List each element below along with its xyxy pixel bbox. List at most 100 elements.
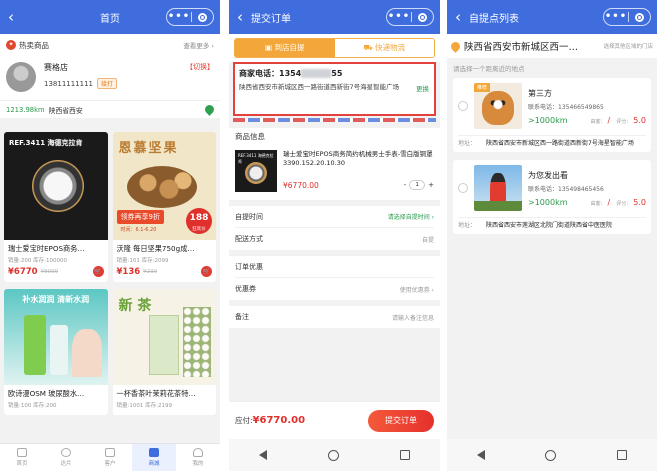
product-title: 一杯香茶叶茉莉花茶特…	[116, 389, 196, 398]
segment-pickup[interactable]: ▣ 到店自提	[235, 39, 335, 57]
product-meta: 销量:1001 库存:2199	[116, 403, 172, 409]
distance-label: 1213.98km	[6, 105, 45, 114]
nav-bar: ‹ 提交订单 •••	[229, 0, 440, 34]
coupon-row[interactable]: 优惠券 使用优惠券 ›	[235, 278, 434, 300]
hot-icon: ✦	[6, 40, 16, 50]
close-target-button[interactable]	[418, 12, 427, 22]
product-card[interactable]: 新 茶 一杯香茶叶茉莉花茶特… 销量:1001 库存:2199	[112, 289, 216, 415]
address-value: 陕西省西安市莲湖区北院门街道陕西省中医医院	[486, 222, 613, 229]
product-meta: 销量:101 库存:2099	[116, 258, 169, 264]
close-target-button[interactable]	[635, 12, 644, 22]
row-label: 自提时间	[235, 212, 263, 221]
home-icon	[17, 448, 27, 457]
pickup-time-row[interactable]: 自提时间 请选择自提时间 ›	[235, 206, 434, 228]
goods-image: REF.3411 海德克拉肯	[235, 150, 277, 192]
product-price: ¥136	[116, 266, 141, 277]
discount-section: 订单优惠 优惠券 使用优惠券 ›	[229, 256, 440, 300]
select-radio[interactable]	[458, 183, 468, 193]
back-nav-icon[interactable]	[477, 450, 486, 460]
cart-icon[interactable]: 🛒	[92, 266, 104, 277]
recents-nav-icon[interactable]	[399, 450, 410, 460]
view-more-link[interactable]: 查看更多 ›	[183, 40, 214, 50]
back-button[interactable]: ‹	[447, 0, 469, 34]
distance-label: 由客：	[590, 200, 606, 207]
location-pin-icon[interactable]	[203, 103, 216, 116]
more-menu-button[interactable]: •••	[604, 9, 628, 25]
store-info: 赛格店 13811111111 接打	[44, 62, 118, 89]
minus-button[interactable]: -	[404, 181, 407, 189]
page-title: 提交订单	[251, 13, 291, 25]
delivery-method-row: 配送方式 自提	[235, 228, 434, 250]
pickup-point-tel: 联系电话：135466549865	[528, 103, 604, 111]
merchant-tel-start: 1354	[279, 69, 302, 78]
store-name: 赛格店	[44, 63, 68, 72]
capsule-divider	[411, 12, 412, 22]
current-region: 陕西省西安市新城区西一…	[464, 42, 579, 53]
mini-program-capsule: •••	[386, 8, 434, 26]
goods-price: ¥6770.00	[283, 180, 319, 190]
home-nav-icon[interactable]	[545, 449, 557, 461]
merchant-info[interactable]: 商家电话：1354 55 陕西省西安市新城区西一路街道西新街7号海星智能广场 更换	[233, 62, 436, 116]
back-nav-icon[interactable]	[259, 450, 268, 460]
product-old-price: ¥8099	[40, 268, 59, 275]
pickup-point-distance: >1000km	[528, 197, 568, 207]
tab-home[interactable]: 首页	[0, 444, 44, 471]
product-image: 补水润润 清新水润	[4, 289, 108, 385]
back-button[interactable]: ‹	[0, 0, 22, 34]
pickup-point-card[interactable]: 推荐 第三方 联系电话：135466549865 >1000km 由客： / 评分…	[453, 78, 651, 152]
close-target-button[interactable]	[198, 12, 207, 22]
pickup-section: 自提时间 请选择自提时间 › 配送方式 自提	[229, 206, 440, 250]
region-selector[interactable]: 陕西省西安市新城区西一… 选择其他区域的门店	[447, 34, 657, 58]
tab-mall[interactable]: 商城	[132, 444, 176, 471]
row-label: 优惠券	[235, 285, 256, 293]
tab-label: 首页	[16, 461, 28, 467]
store-phone-number: 13811111111	[44, 80, 93, 88]
pickup-point-top: 推荐 第三方 联系电话：135466549865 >1000km 由客： / 评分…	[458, 83, 646, 129]
product-meta: 销量:200 库存:100000	[8, 258, 67, 264]
product-card[interactable]: 恩慕坚果 领券再享9折 时间：6.1-6.20 188 狂欢价 沃隆 每日坚果75…	[112, 132, 216, 282]
plus-button[interactable]: +	[428, 181, 434, 189]
other-region-link[interactable]: 选择其他区域的门店	[603, 42, 653, 50]
pickup-point-top: 为您发出看 联系电话：135498465456 >1000km 由客： / 评分：…	[458, 165, 646, 211]
tab-customers[interactable]: 客户	[88, 444, 132, 471]
tab-label: 我的	[192, 461, 204, 467]
product-card[interactable]: 补水润润 清新水润 欧诗漫OSM 玻尿酸水… 销量:100 库存:200	[4, 289, 108, 415]
back-button[interactable]: ‹	[229, 0, 251, 34]
more-menu-button[interactable]: •••	[167, 9, 191, 25]
product-card[interactable]: REF.3411 海德克拉肯 瑞士爱宝时EPOS商务… 销量:200 库存:10…	[4, 132, 108, 282]
merchant-address: 陕西省西安市新城区西一路街道西新街7号海星智能广场	[239, 83, 400, 91]
pickup-point-info: 为您发出看 联系电话：135498465456 >1000km 由客： / 评分：…	[528, 170, 646, 207]
watch-graphic	[32, 160, 84, 212]
merchant-tel-label: 商家电话：	[239, 69, 279, 78]
pickup-point-name: 第三方	[528, 88, 552, 98]
product-old-price: ¥239	[143, 268, 158, 275]
payable-label: 应付:	[235, 416, 253, 425]
product-image: REF.3411 海德克拉肯	[4, 132, 108, 240]
switch-store-button[interactable]: 【切换】	[186, 62, 214, 72]
pickup-point-card[interactable]: 为您发出看 联系电话：135498465456 >1000km 由客： / 评分：…	[453, 160, 651, 234]
submit-bar: 应付: ¥6770.00 提交订单	[229, 401, 440, 439]
store-card: 赛格店 13811111111 接打 【切换】	[0, 56, 220, 100]
note-row: 备注 请输入备注信息	[235, 306, 434, 328]
nav-bar: ‹ 首页 •••	[0, 0, 220, 34]
call-badge[interactable]: 接打	[97, 78, 118, 89]
payable-amount: ¥6770.00	[252, 415, 306, 426]
segment-express[interactable]: ⛟ 快递物流	[334, 39, 434, 57]
select-radio[interactable]	[458, 101, 468, 111]
change-merchant-button[interactable]: 更换	[416, 83, 429, 93]
tab-discover[interactable]: 达片	[44, 444, 88, 471]
submit-order-button[interactable]: 提交订单	[368, 409, 434, 432]
tab-mine[interactable]: 我的	[176, 444, 220, 471]
recents-nav-icon[interactable]	[616, 450, 627, 460]
product-image: 恩慕坚果 领券再享9折 时间：6.1-6.20 188 狂欢价	[112, 132, 216, 240]
tea-box-graphic	[148, 315, 179, 375]
more-menu-button[interactable]: •••	[387, 9, 411, 25]
hot-products-title: 热卖商品	[19, 40, 49, 50]
hot-products-header: ✦ 热卖商品 查看更多 ›	[0, 34, 220, 56]
quantity-input[interactable]: 1	[409, 180, 426, 190]
home-nav-icon[interactable]	[327, 449, 339, 461]
note-input[interactable]: 请输入备注信息	[392, 313, 434, 322]
goods-info: 瑞士爱宝时EPOS商务简约机械男士手表-雪白版铜罩3390.152.20.10.…	[283, 150, 434, 192]
cart-icon[interactable]: 🛒	[201, 266, 212, 277]
bottle-graphic	[24, 315, 46, 375]
